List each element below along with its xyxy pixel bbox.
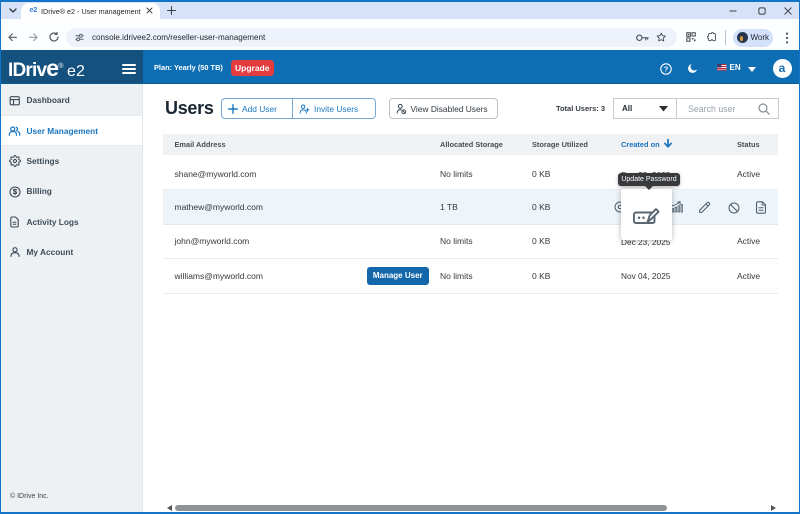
svg-text:?: ? [664, 64, 669, 73]
